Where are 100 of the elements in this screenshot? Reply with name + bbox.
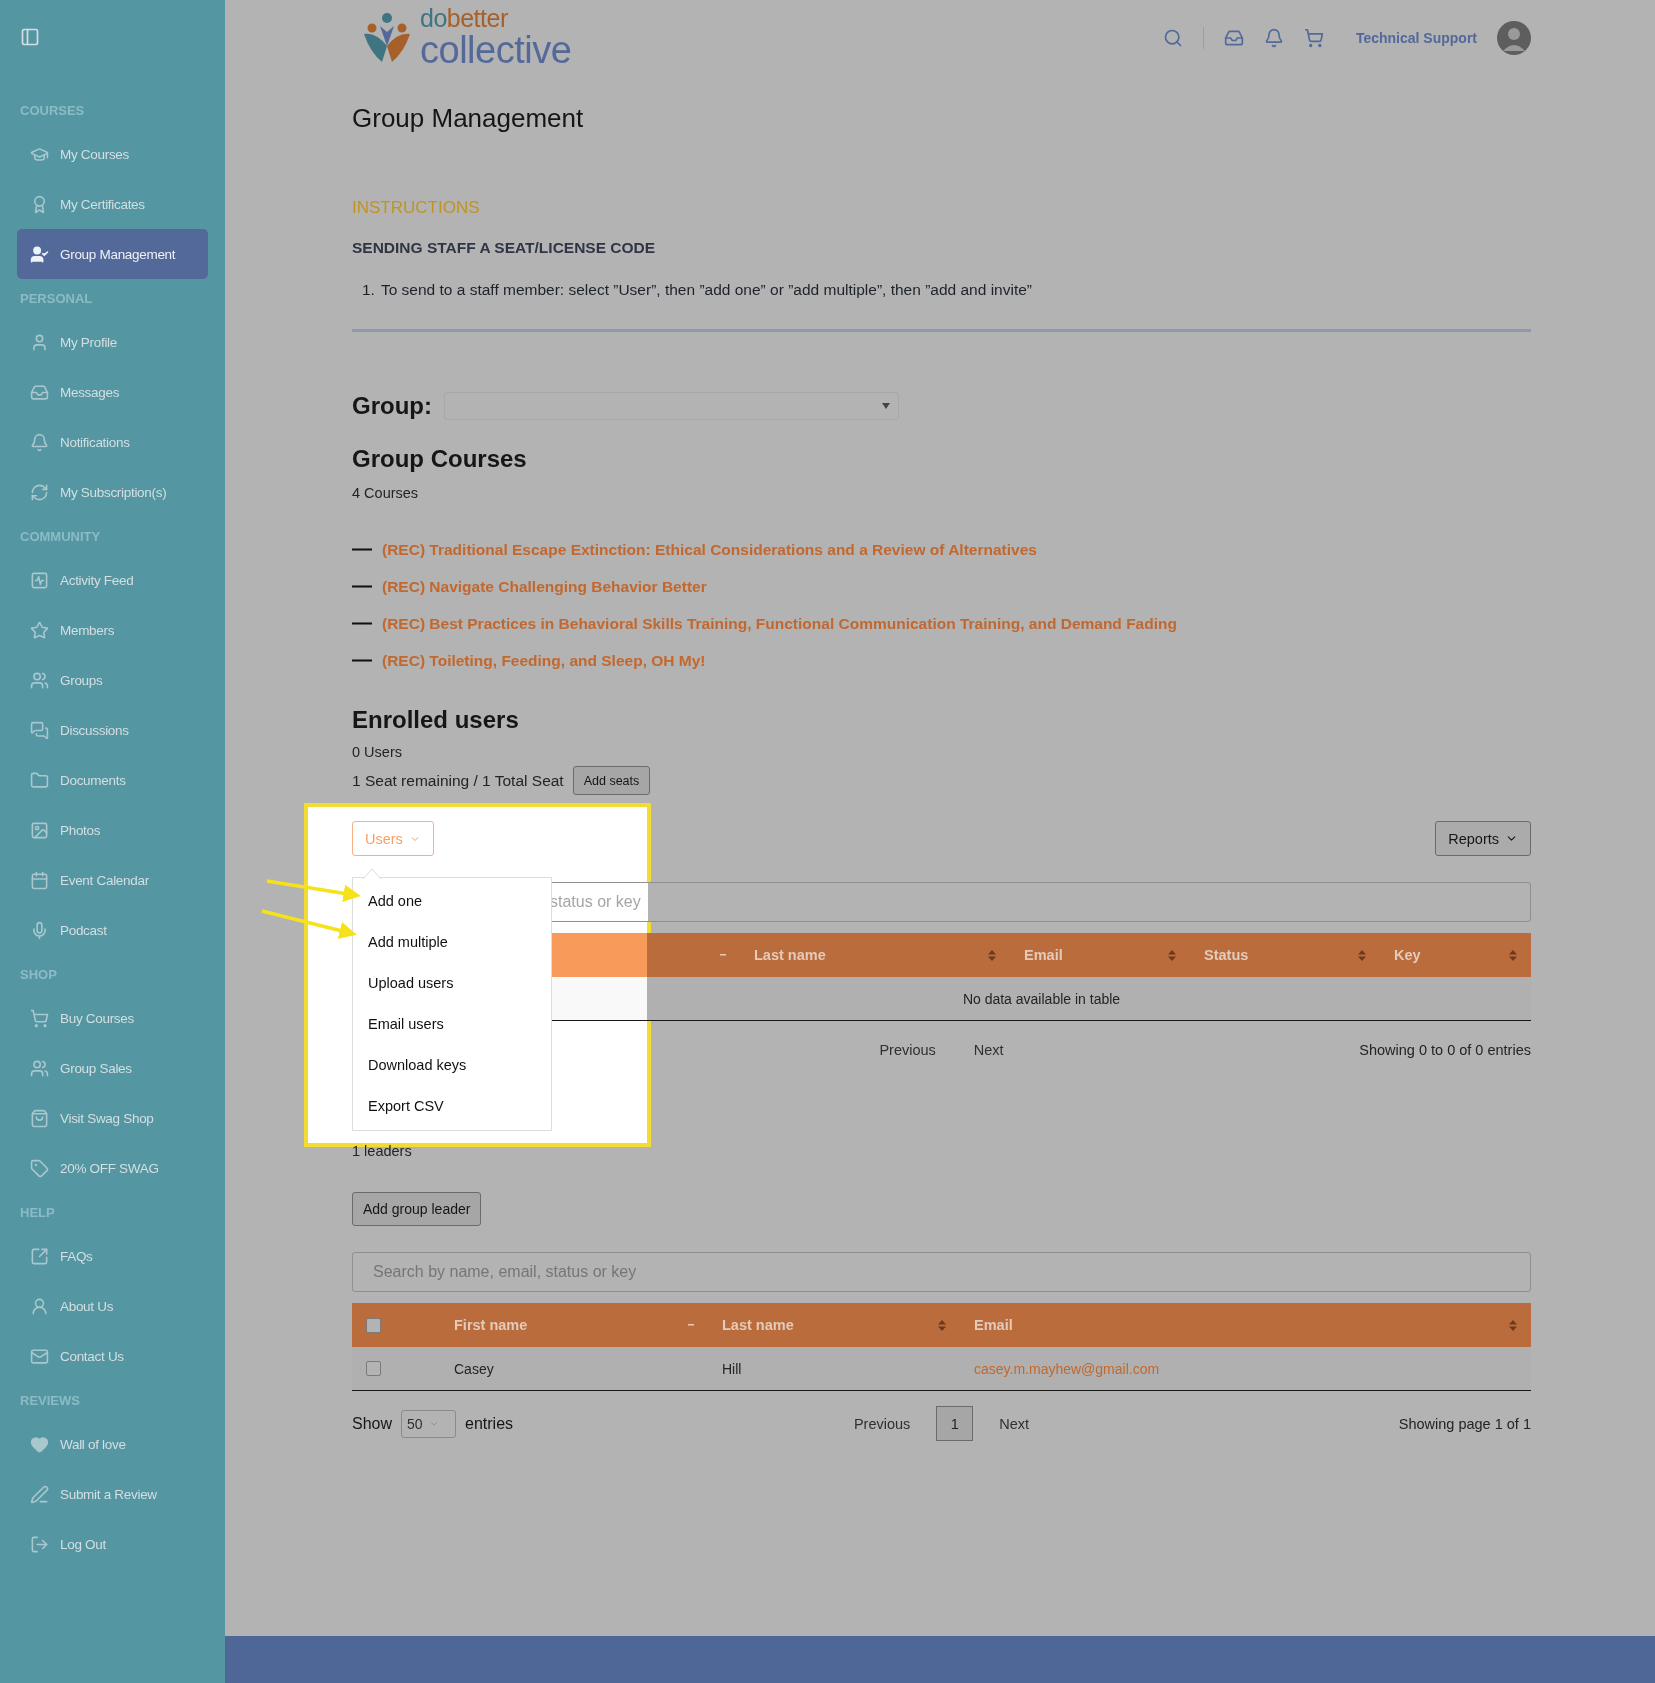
sidebar-item[interactable]: 20% OFF SWAG — [17, 1143, 208, 1193]
instructions-subheading: SENDING STAFF A SEAT/LICENSE CODE — [352, 238, 657, 258]
column-header[interactable]: Email — [1024, 947, 1063, 963]
menu-item[interactable]: Add multiple — [353, 921, 551, 962]
sidebar-item[interactable]: Submit a Review — [17, 1469, 208, 1519]
empty-message: No data available in table — [962, 990, 1121, 1007]
inbox-icon — [30, 382, 49, 402]
previous-link[interactable]: Previous — [841, 1415, 923, 1432]
menu-item[interactable]: Export CSV — [353, 1085, 551, 1126]
table-cell: Casey — [454, 1360, 494, 1377]
add-group-leader-button[interactable]: Add group leader — [352, 1192, 482, 1226]
dash-icon — [352, 585, 372, 588]
section-heading: Enrolled users — [352, 705, 520, 735]
sidebar-item[interactable]: Documents — [17, 755, 208, 805]
sidebar-item[interactable]: Log Out — [17, 1519, 208, 1569]
cart-icon — [30, 1008, 49, 1028]
column-header[interactable]: First name — [454, 1317, 528, 1333]
users-dropdown-button[interactable]: Users — [352, 821, 434, 856]
column-header[interactable]: Key — [1394, 947, 1421, 963]
sidebar-item[interactable]: Activity Feed — [17, 555, 208, 605]
user-icon — [30, 332, 49, 352]
show-label: Show — [352, 1414, 393, 1433]
next-link[interactable]: Next — [987, 1415, 1042, 1432]
people-icon — [30, 670, 49, 690]
microphone-icon — [30, 920, 49, 940]
cart-icon[interactable] — [1303, 27, 1324, 48]
logo-text: better — [446, 4, 508, 32]
sidebar-item[interactable]: Photos — [17, 805, 208, 855]
page-size-select[interactable]: 50 — [401, 1409, 457, 1438]
avatar[interactable] — [1497, 20, 1531, 55]
bell-icon[interactable] — [1263, 27, 1284, 48]
menu-item[interactable]: Download keys — [353, 1044, 551, 1085]
tag-icon — [30, 1158, 49, 1178]
instructions-heading: INSTRUCTIONS — [352, 198, 481, 218]
sidebar-item[interactable]: My Courses — [17, 129, 208, 179]
step-text: To send to a staff member: select ”User”, then ”add one” or ”add multiple”, then ”add and invite” — [380, 280, 1032, 300]
heart-icon — [30, 1434, 49, 1454]
menu-item[interactable]: Upload users — [353, 962, 551, 1003]
sidebar-item[interactable]: My Certificates — [17, 179, 208, 229]
course-count: 4 Courses — [352, 484, 420, 502]
seat-info: 1 Seat remaining / 1 Total Seat — [352, 771, 564, 790]
table-cell: Hill — [722, 1360, 742, 1377]
section-heading: Group Courses — [352, 444, 528, 474]
external-link-icon — [30, 1246, 49, 1266]
menu-item[interactable]: Email users — [353, 1003, 551, 1044]
activity-icon — [30, 570, 49, 590]
column-header[interactable]: Status — [1204, 947, 1249, 963]
page-number[interactable]: 1 — [936, 1406, 974, 1441]
bag-icon — [30, 1108, 49, 1128]
star-icon — [30, 620, 49, 640]
sidebar-item[interactable]: Podcast — [17, 905, 208, 955]
sidebar-item[interactable]: Group Sales — [17, 1043, 208, 1093]
menu-item[interactable]: Add one — [353, 880, 551, 921]
checkbox[interactable] — [366, 1317, 381, 1333]
user-name[interactable]: Technical Support — [1355, 29, 1477, 46]
logo-icon — [362, 11, 412, 64]
folder-icon — [30, 770, 49, 790]
sidebar-item[interactable]: Group Management — [17, 229, 208, 279]
sidebar-item[interactable]: Messages — [17, 367, 208, 417]
sidebar-item[interactable]: Groups — [17, 655, 208, 705]
search-field[interactable]: Search by name, email, status or key — [352, 1252, 1531, 1292]
sidebar-item[interactable]: About Us — [17, 1281, 208, 1331]
search-icon[interactable] — [1162, 27, 1183, 48]
column-header[interactable]: Last name — [722, 1317, 794, 1333]
user-check-icon — [30, 244, 49, 264]
pen-icon — [30, 1484, 49, 1504]
sidebar-item[interactable]: FAQs — [17, 1231, 208, 1281]
group-label: Group: — [352, 392, 432, 420]
caret-icon — [882, 403, 890, 409]
refresh-icon — [30, 482, 49, 502]
add-seats-button[interactable]: Add seats — [572, 766, 651, 795]
course-link[interactable]: (REC) Toileting, Feeding, and Sleep, OH My! — [382, 651, 706, 670]
chat-icon — [30, 720, 49, 740]
course-link[interactable]: (REC) Best Practices in Behavioral Skills Training, Functional Communication Training, and Demand Fading — [382, 614, 1177, 633]
sidebar-item[interactable]: Wall of love — [17, 1419, 208, 1469]
email-link[interactable]: casey.m.mayhew@gmail.com — [974, 1360, 1160, 1377]
sidebar-item[interactable]: Event Calendar — [17, 855, 208, 905]
sidebar-toggle-icon[interactable] — [20, 27, 40, 47]
user-icon — [30, 1296, 49, 1316]
previous-link[interactable]: Previous — [867, 1042, 948, 1058]
sidebar-item[interactable]: Discussions — [17, 705, 208, 755]
reports-button[interactable]: Reports — [1435, 821, 1531, 856]
dash-icon — [352, 659, 372, 662]
sidebar-item[interactable]: Notifications — [17, 417, 208, 467]
sidebar-item[interactable]: Visit Swag Shop — [17, 1093, 208, 1143]
checkbox[interactable] — [366, 1361, 381, 1376]
sidebar-item[interactable]: Buy Courses — [17, 993, 208, 1043]
bell-icon — [30, 432, 49, 452]
course-link[interactable]: (REC) Traditional Escape Extinction: Ethical Considerations and a Review of Alternatives — [382, 540, 1037, 559]
sidebar-item[interactable]: My Subscription(s) — [17, 467, 208, 517]
next-link[interactable]: Next — [961, 1042, 1016, 1058]
page-title: Group Management — [352, 103, 585, 133]
logo-text: collective — [420, 31, 572, 69]
column-header[interactable]: Last name — [754, 947, 826, 963]
course-link[interactable]: (REC) Navigate Challenging Behavior Better — [382, 577, 707, 596]
sidebar-item[interactable]: Members — [17, 605, 208, 655]
sidebar-item[interactable]: My Profile — [17, 317, 208, 367]
column-header[interactable]: Email — [974, 1317, 1013, 1333]
image-icon — [30, 820, 49, 840]
sidebar-item[interactable]: Contact Us — [17, 1331, 208, 1381]
